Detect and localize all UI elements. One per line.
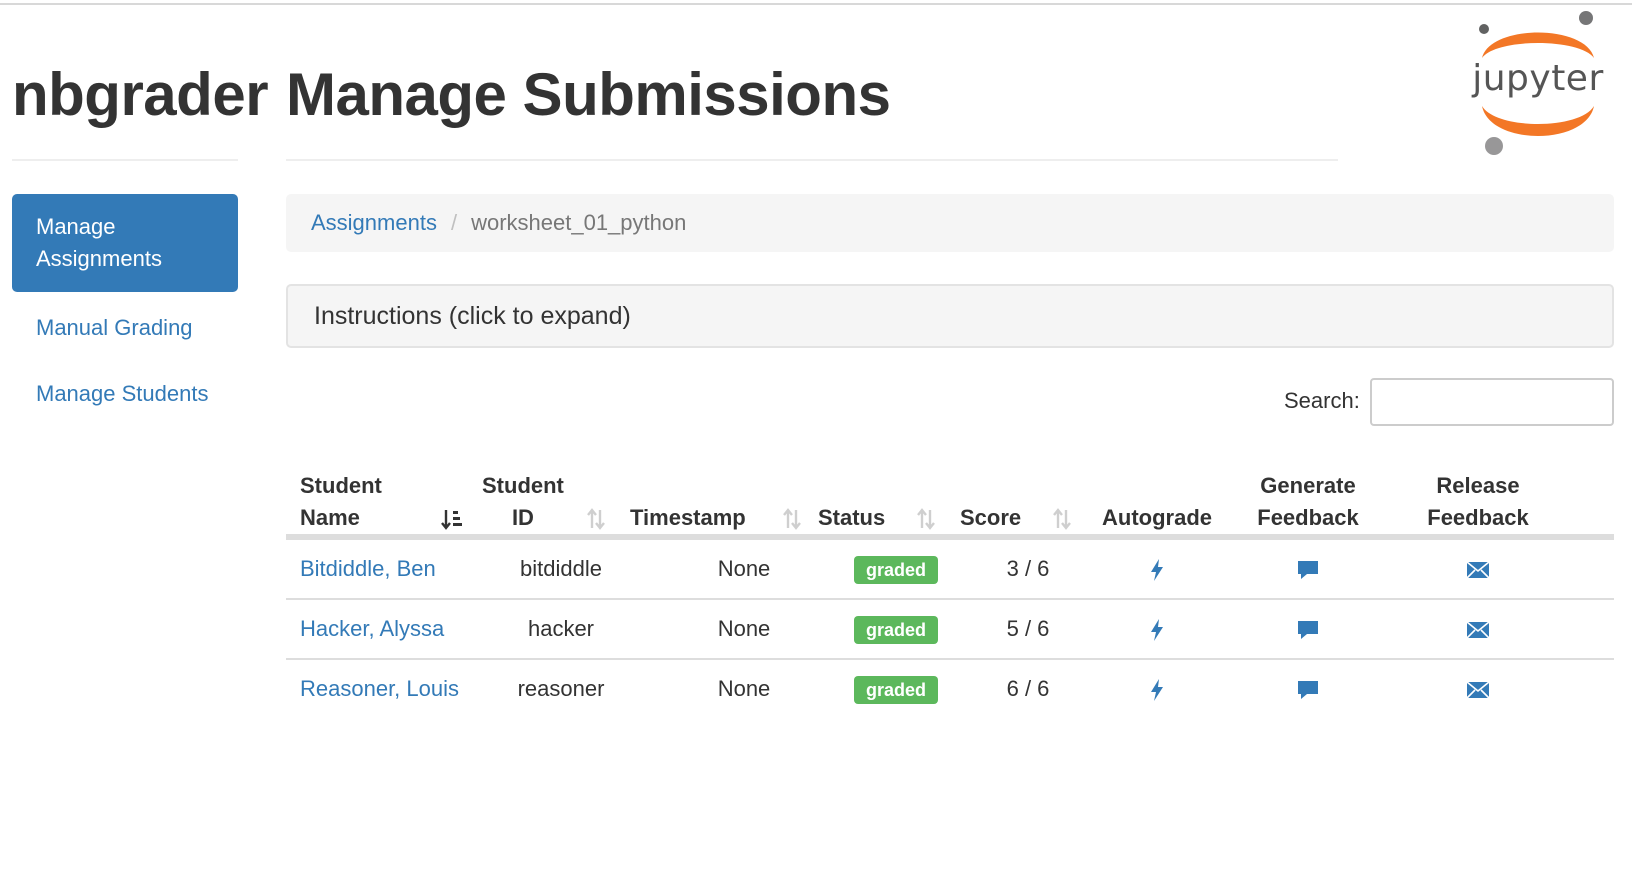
envelope-icon[interactable] [1466, 621, 1490, 639]
column-header-line2: Timestamp [630, 505, 746, 530]
sort-both-icon [1053, 508, 1071, 530]
column-header-line2: Feedback [1257, 505, 1359, 530]
jupyter-logo-text: jupyter [1472, 58, 1604, 99]
student-name-cell: Reasoner, Louis [300, 660, 470, 705]
breadcrumb-assignments-link[interactable]: Assignments [311, 210, 437, 236]
column-header-line2: ID [511, 505, 534, 530]
envelope-icon[interactable] [1466, 681, 1490, 699]
flash-icon[interactable] [1149, 558, 1165, 582]
column-header-line2: Feedback [1427, 505, 1529, 530]
status-badge: graded [853, 676, 938, 705]
submissions-table: Student Name Student ID Timestamp Status… [286, 456, 1614, 750]
release-feedback-cell [1416, 600, 1540, 658]
top-border [0, 3, 1632, 5]
generate-feedback-cell [1246, 660, 1370, 718]
student-name-cell: Bitdiddle, Ben [300, 540, 470, 585]
student-name-link[interactable]: Hacker, Alyssa [300, 616, 444, 641]
status-cell: graded [832, 540, 960, 598]
score-cell: 5 / 6 [1006, 616, 1050, 641]
breadcrumb-current: worksheet_01_python [471, 210, 687, 235]
column-header-autograde: Autograde [1094, 456, 1220, 534]
jupyter-logo: jupyter [1468, 6, 1608, 162]
autograde-cell [1094, 600, 1220, 658]
status-badge: graded [853, 556, 938, 585]
student-id-cell: bitdiddle [520, 556, 602, 581]
table-row: Bitdiddle, Ben bitdiddle None graded 3 /… [286, 540, 1614, 600]
column-header-student-id[interactable]: Student ID [482, 456, 622, 534]
column-header-line2: Score [960, 505, 1022, 530]
envelope-icon[interactable] [1466, 561, 1490, 579]
sidebar-item-manage-assignments[interactable]: Manage Assignments [12, 194, 238, 292]
score-cell: 6 / 6 [1006, 676, 1050, 701]
column-header-line1: Student [482, 473, 564, 498]
column-header-release-feedback: Release Feedback [1408, 456, 1548, 534]
breadcrumb: Assignments / worksheet_01_python [286, 194, 1614, 252]
instructions-label: Instructions (click to expand) [314, 301, 631, 330]
search-label: Search: [1284, 388, 1360, 413]
sidebar-nav: Manage Assignments Manual Grading Manage… [12, 194, 238, 410]
column-header-status[interactable]: Status [818, 456, 946, 534]
generate-feedback-cell [1246, 600, 1370, 658]
autograde-cell [1094, 540, 1220, 598]
table-header: Student Name Student ID Timestamp Status… [286, 456, 1614, 540]
comment-icon[interactable] [1296, 559, 1320, 581]
sidebar-item-manage-students[interactable]: Manage Students [12, 378, 238, 410]
column-header-label: Release Feedback [1427, 470, 1529, 534]
column-header-line1: Release [1436, 473, 1520, 498]
score-cell: 3 / 6 [1006, 556, 1050, 581]
timestamp-cell: None [717, 556, 771, 581]
search-input[interactable] [1370, 378, 1614, 426]
comment-icon[interactable] [1296, 679, 1320, 701]
brand-title: nbgrader [12, 61, 269, 128]
column-header-score[interactable]: Score [960, 456, 1086, 534]
sort-ascending-icon [441, 510, 462, 530]
sort-both-icon [917, 508, 935, 530]
column-header-line1: Student [300, 473, 382, 498]
table-row: Reasoner, Louis reasoner None graded 6 /… [286, 660, 1614, 750]
student-name-cell: Hacker, Alyssa [300, 600, 470, 645]
release-feedback-cell [1416, 540, 1540, 598]
flash-icon[interactable] [1149, 618, 1165, 642]
column-header-timestamp[interactable]: Timestamp [630, 456, 820, 534]
instructions-panel[interactable]: Instructions (click to expand) [286, 284, 1614, 348]
brand-divider [12, 159, 238, 161]
comment-icon[interactable] [1296, 619, 1320, 641]
column-header-line2: Autograde [1102, 505, 1212, 530]
release-feedback-cell [1416, 660, 1540, 718]
column-header-label: Student Name [300, 470, 382, 534]
status-cell: graded [832, 660, 960, 718]
student-name-link[interactable]: Reasoner, Louis [300, 676, 459, 701]
flash-icon[interactable] [1149, 678, 1165, 702]
student-id-cell: hacker [527, 616, 595, 641]
column-header-line2: Name [300, 505, 360, 530]
table-row: Hacker, Alyssa hacker None graded 5 / 6 [286, 600, 1614, 660]
column-header-label: Student ID [482, 470, 564, 534]
column-header-student-name[interactable]: Student Name [300, 456, 468, 534]
timestamp-cell: None [717, 676, 771, 701]
column-header-label: Generate Feedback [1257, 470, 1359, 534]
column-header-line2: Status [818, 505, 886, 530]
autograde-cell [1094, 660, 1220, 718]
student-id-cell: reasoner [517, 676, 605, 701]
student-name-link[interactable]: Bitdiddle, Ben [300, 556, 436, 581]
sort-both-icon [587, 508, 605, 530]
sort-both-icon [783, 508, 801, 530]
column-header-line1: Generate [1260, 473, 1356, 498]
status-cell: graded [832, 600, 960, 658]
sidebar-item-manual-grading[interactable]: Manual Grading [12, 312, 238, 344]
breadcrumb-separator: / [450, 210, 458, 235]
generate-feedback-cell [1246, 540, 1370, 598]
column-header-generate-feedback: Generate Feedback [1236, 456, 1380, 534]
status-badge: graded [853, 616, 938, 645]
page-title: Manage Submissions [286, 61, 891, 128]
timestamp-cell: None [717, 616, 771, 641]
title-divider [286, 159, 1338, 161]
